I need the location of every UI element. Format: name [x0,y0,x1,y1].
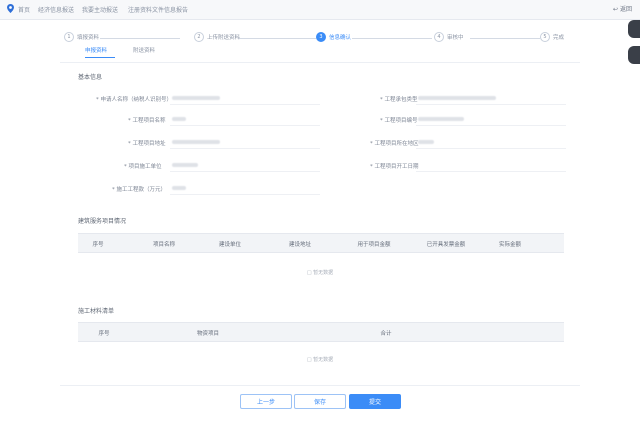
table2-title: 施工材料清单 [78,308,115,315]
field-label: * 工程项目开工日期 [370,164,419,170]
column-header: 已开具发票金额 [426,242,466,248]
step-label: 审核中 [447,35,464,41]
step-label: 信息确认 [329,35,352,41]
tab-application-data[interactable]: 申报资料 [85,46,107,54]
step-label: 完成 [553,35,565,41]
active-tab-indicator [85,57,115,58]
field-label: * 项目施工单位 [124,164,162,170]
step-3: 3 信息确认 [316,32,351,42]
prev-step-button[interactable]: 上一步 [240,394,292,409]
location-pin-icon [7,4,14,13]
field-value-construction-unit[interactable] [172,162,198,169]
table1-title: 建筑服务项目情况 [78,218,127,225]
step-label: 填报资料 [77,35,100,41]
breadcrumb-current: 注册资料文件信息报告 [128,7,189,14]
submit-button[interactable]: 提交 [349,394,401,409]
field-value-project-region[interactable] [418,139,434,146]
top-bar: 首页 经济信息报送 我要主动报送 注册资料文件信息报告 ↩ 返回 [0,0,640,20]
column-header: 实际金额 [498,242,522,248]
column-header: 项目名称 [152,242,176,248]
field-value-project-number[interactable] [418,116,464,123]
save-button[interactable]: 保存 [294,394,346,409]
field-label: * 工程项目所在地区 [370,141,419,147]
back-label: 返回 [619,6,632,13]
step-1: 1 填报资料 [64,32,99,42]
step-number: 1 [64,32,74,42]
divider [60,62,580,63]
field-label: * 施工工程款（万元） [112,187,166,193]
table1-empty-text: □ 暂无数据 [306,270,334,276]
column-header: 序号 [92,242,104,248]
breadcrumb-item[interactable]: 我要主动报送 [82,5,118,14]
field-value-construction-amount[interactable] [172,185,186,192]
back-arrow-icon: ↩ [613,6,619,13]
field-value-project-address[interactable] [172,139,220,146]
field-value-applicant[interactable] [172,95,220,102]
table2-header: 序号 物资项目 合计 [78,322,564,342]
side-tool-tab[interactable] [628,46,640,64]
step-4: 4 审核中 [434,32,464,42]
column-header: 序号 [98,331,110,337]
column-header: 物资项目 [196,331,220,337]
side-tool-tab[interactable] [628,20,640,38]
step-2: 2 上传附送资料 [194,32,240,42]
column-header: 建设单位 [218,242,242,248]
divider [60,385,580,386]
back-link[interactable]: ↩ 返回 [613,4,632,13]
field-label: * 申请人名称（纳税人识别号） [96,97,172,103]
column-header: 合计 [380,331,392,337]
field-value-project-name[interactable] [172,116,186,123]
table1-header: 序号 项目名称 建设单位 建设地址 用于项目金额 已开具发票金额 实际金额 [78,233,564,253]
table2-empty-text: □ 暂无数据 [306,357,334,363]
column-header: 建设地址 [288,242,312,248]
field-label: * 工程承包类型 [380,97,418,103]
column-header: 用于项目金额 [357,242,391,248]
tab-attached-data[interactable]: 附送资料 [133,46,155,54]
field-label: * 工程项目名称 [128,118,166,124]
step-number: 4 [434,32,444,42]
basic-info-title: 基本信息 [78,74,103,81]
field-label: * 工程项目地址 [128,141,166,147]
field-label: * 工程项目编号 [380,118,418,124]
breadcrumb-home[interactable]: 首页 [18,5,30,14]
step-number: 2 [194,32,204,42]
step-number: 3 [316,32,326,42]
breadcrumb-item[interactable]: 经济信息报送 [38,5,74,14]
step-number: 5 [540,32,550,42]
step-5: 5 完成 [540,32,564,42]
field-value-contract-type[interactable] [418,95,496,102]
step-label: 上传附送资料 [207,35,241,41]
